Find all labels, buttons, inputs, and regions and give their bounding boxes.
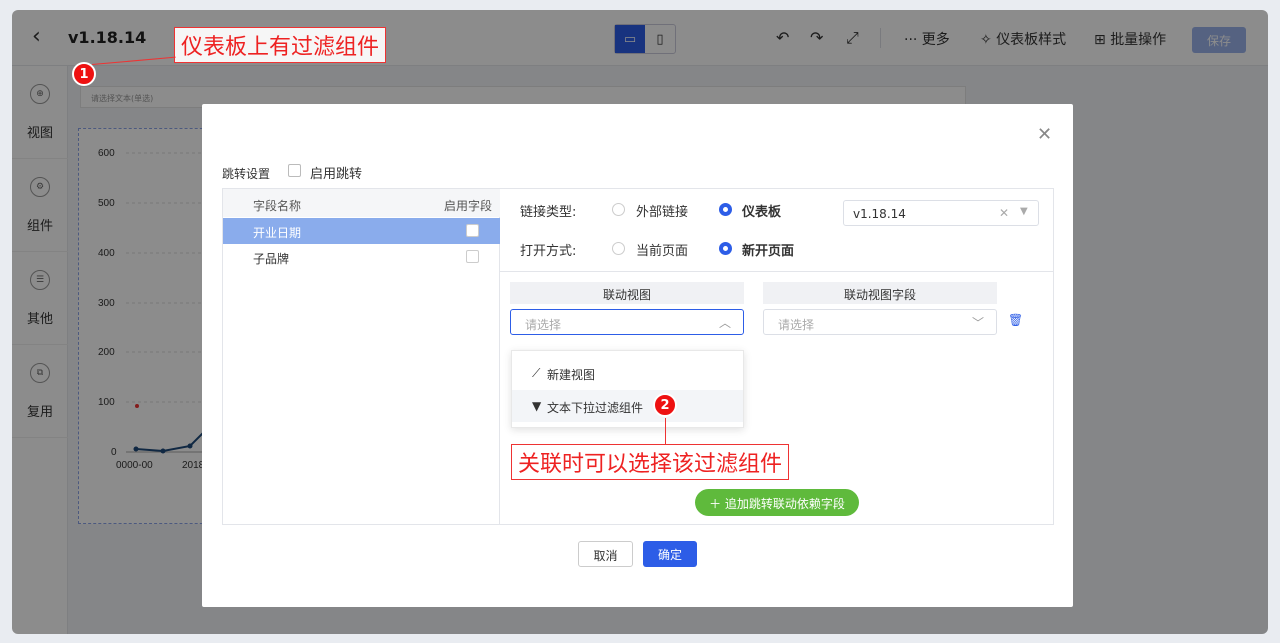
field-table-header: 字段名称 启用字段 xyxy=(223,189,500,217)
dashboard-label[interactable]: 仪表板 xyxy=(742,201,781,220)
enable-field-checkbox[interactable] xyxy=(466,250,479,263)
linked-view-select[interactable]: 请选择 ︿ xyxy=(510,309,744,335)
field-name: 子品牌 xyxy=(253,252,290,266)
close-icon[interactable]: ✕ xyxy=(1037,124,1052,145)
link-settings: 链接类型: 外部链接 仪表板 v1.18.14 ✕ ▼ 打开方式: 当前页面 新… xyxy=(500,189,1053,272)
external-link-label[interactable]: 外部链接 xyxy=(636,201,688,220)
field-row-open-date[interactable]: 开业日期 xyxy=(223,218,500,244)
radio-dashboard[interactable] xyxy=(719,203,732,216)
annotation-badge-1: 1 xyxy=(72,62,96,86)
radio-new-page[interactable] xyxy=(719,242,732,255)
enable-jump-checkbox[interactable] xyxy=(288,164,301,177)
col-enable-field: 启用字段 xyxy=(444,199,493,213)
linked-view-placeholder: 请选择 xyxy=(525,318,562,332)
option-text-filter[interactable]: ▼ 文本下拉过滤组件 xyxy=(512,390,743,422)
linked-field-header: 联动视图字段 xyxy=(763,282,997,304)
option-new-view[interactable]: ⟋ 新建视图 xyxy=(512,357,743,389)
add-dependency-button[interactable]: ＋ 追加跳转联动依赖字段 xyxy=(695,489,859,516)
dashboard-select[interactable]: v1.18.14 ✕ ▼ xyxy=(843,200,1039,226)
new-page-label[interactable]: 新开页面 xyxy=(742,240,794,259)
enable-field-checkbox[interactable] xyxy=(466,224,479,237)
cancel-button[interactable]: 取消 xyxy=(578,541,633,567)
option-label: 文本下拉过滤组件 xyxy=(547,401,644,415)
field-name: 开业日期 xyxy=(253,226,302,240)
enable-jump-label: 启用跳转 xyxy=(310,167,363,182)
annotation-note-2: 关联时可以选择该过滤组件 xyxy=(511,444,790,480)
chevron-up-icon: ︿ xyxy=(718,316,731,330)
annotation-note-1: 仪表板上有过滤组件 xyxy=(174,27,387,63)
confirm-button[interactable]: 确定 xyxy=(643,541,697,567)
linked-field-select[interactable]: 请选择 ﹀ xyxy=(763,309,997,335)
linked-field-placeholder: 请选择 xyxy=(778,318,815,332)
field-row-sub-brand[interactable]: 子品牌 xyxy=(223,244,500,270)
col-field-name: 字段名称 xyxy=(253,199,302,213)
radio-current-page[interactable] xyxy=(612,242,625,255)
link-type-label: 链接类型: xyxy=(520,205,577,220)
jump-settings-label: 跳转设置 xyxy=(222,167,271,181)
field-list-panel: 字段名称 启用字段 开业日期 子品牌 xyxy=(223,189,500,524)
open-mode-label: 打开方式: xyxy=(520,244,577,259)
option-label: 新建视图 xyxy=(547,368,596,382)
jump-settings-modal: ✕ 跳转设置 启用跳转 字段名称 启用字段 开业日期 子品牌 链接类型: 外部链… xyxy=(202,104,1073,607)
dashboard-select-value: v1.18.14 xyxy=(853,207,906,221)
linked-view-header: 联动视图 xyxy=(510,282,744,304)
annotation-line-2 xyxy=(665,418,666,445)
linked-view-dropdown: ⟋ 新建视图 ▼ 文本下拉过滤组件 xyxy=(511,350,744,428)
line-chart-icon: ⟋ xyxy=(532,366,541,380)
chevron-down-icon: ﹀ xyxy=(971,316,984,330)
radio-external-link[interactable] xyxy=(612,203,625,216)
annotation-badge-2: 2 xyxy=(653,393,677,417)
filter-icon: ▼ xyxy=(532,399,542,413)
delete-icon[interactable]: 🗑 xyxy=(1008,313,1023,327)
caret-down-icon[interactable]: ▼ xyxy=(1020,206,1028,217)
current-page-label[interactable]: 当前页面 xyxy=(636,240,688,259)
clear-icon[interactable]: ✕ xyxy=(999,206,1009,220)
